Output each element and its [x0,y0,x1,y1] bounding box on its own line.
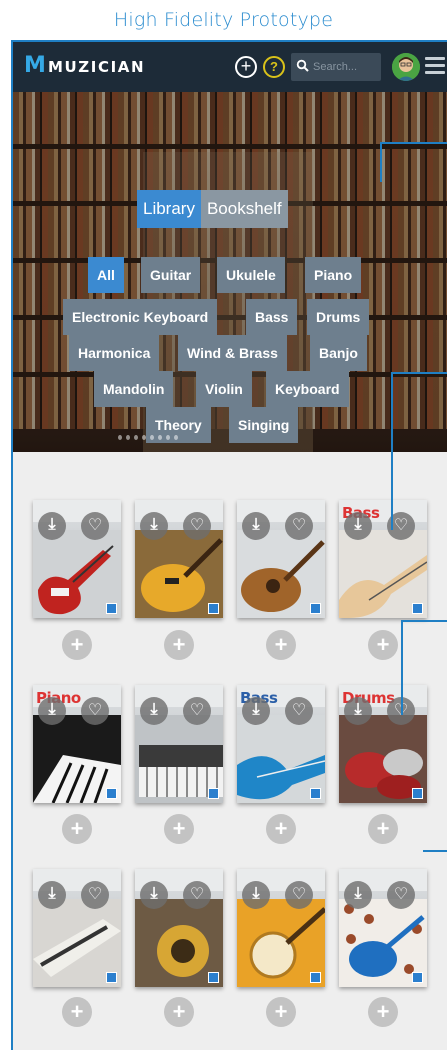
download-icon[interactable]: ⤓ [344,881,372,909]
add-to-bookshelf-button[interactable]: + [62,814,92,844]
prototype-caption: High Fidelity Prototype [113,9,334,31]
favorite-heart-icon[interactable]: ♡ [81,881,109,909]
book-badge [208,972,219,983]
annotation-line [401,620,447,622]
add-to-bookshelf-button[interactable]: + [164,630,194,660]
add-to-bookshelf-button[interactable]: + [266,997,296,1027]
book-badge [106,788,117,799]
book-cover[interactable]: ⤓ ♡ [339,869,427,987]
favorite-heart-icon[interactable]: ♡ [285,881,313,909]
favorite-heart-icon[interactable]: ♡ [285,512,313,540]
book-badge [208,603,219,614]
category-keyboard[interactable]: Keyboard [266,371,349,407]
download-icon[interactable]: ⤓ [242,881,270,909]
category-electronic-keyboard[interactable]: Electronic Keyboard [63,299,218,335]
category-violin[interactable]: Violin [196,371,252,407]
category-drums[interactable]: Drums [307,299,370,335]
category-ukulele[interactable]: Ukulele [217,257,285,293]
book-badge [310,788,321,799]
favorite-heart-icon[interactable]: ♡ [285,697,313,725]
annotation-line [380,142,447,144]
category-piano[interactable]: Piano [305,257,362,293]
book-cover[interactable]: Drums ⤓ ♡ [339,685,427,803]
download-icon[interactable]: ⤓ [140,881,168,909]
download-icon[interactable]: ⤓ [344,512,372,540]
logo-text[interactable]: MUZICIAN [48,58,145,76]
top-bar: M MUZICIAN + ? [13,42,447,92]
favorite-heart-icon[interactable]: ♡ [183,881,211,909]
avatar[interactable] [392,53,420,81]
category-singing[interactable]: Singing [229,407,299,443]
book-badge [412,788,423,799]
book-cover[interactable]: ⤓ ♡ [135,685,223,803]
category-mandolin[interactable]: Mandolin [94,371,174,407]
book-cover[interactable]: ⤓ ♡ [135,500,223,618]
book-cover[interactable]: Piano ⤓ ♡ [33,685,121,803]
category-bass[interactable]: Bass [246,299,298,335]
avatar-face-icon [392,53,420,81]
download-icon[interactable]: ⤓ [242,697,270,725]
library-tab[interactable]: Library [137,190,201,228]
book-cover[interactable]: ⤓ ♡ [33,500,121,618]
book-badge [310,603,321,614]
view-toggle: Library Bookshelf [137,190,288,228]
book-badge [412,603,423,614]
download-icon[interactable]: ⤓ [38,881,66,909]
book-cover[interactable]: Bass ⤓ ♡ [339,500,427,618]
download-icon[interactable]: ⤓ [242,512,270,540]
category-banjo[interactable]: Banjo [310,335,367,371]
annotation-line [391,372,447,374]
download-icon[interactable]: ⤓ [140,697,168,725]
add-to-bookshelf-button[interactable]: + [62,997,92,1027]
book-badge [106,972,117,983]
favorite-heart-icon[interactable]: ♡ [387,881,415,909]
book-cover[interactable]: ⤓ ♡ [33,869,121,987]
book-badge [310,972,321,983]
book-badge [106,603,117,614]
download-icon[interactable]: ⤓ [38,697,66,725]
book-cover[interactable]: ⤓ ♡ [135,869,223,987]
add-to-bookshelf-button[interactable]: + [368,814,398,844]
bookshelf-tab[interactable]: Bookshelf [200,190,288,228]
category-guitar[interactable]: Guitar [141,257,201,293]
search-box [291,53,381,81]
logo-icon[interactable]: M [24,55,46,77]
hamburger-menu-icon[interactable] [425,57,445,75]
add-to-bookshelf-button[interactable]: + [266,814,296,844]
book-cover[interactable]: ⤓ ♡ [237,869,325,987]
add-to-bookshelf-button[interactable]: + [164,997,194,1027]
annotation-line [380,142,382,182]
favorite-heart-icon[interactable]: ♡ [81,512,109,540]
book-badge [412,972,423,983]
category-harmonica[interactable]: Harmonica [69,335,160,371]
add-button[interactable]: + [235,56,257,78]
book-cover[interactable]: Bass ⤓ ♡ [237,685,325,803]
search-input[interactable] [313,57,377,77]
add-to-bookshelf-button[interactable]: + [368,630,398,660]
help-button[interactable]: ? [263,56,285,78]
favorite-heart-icon[interactable]: ♡ [81,697,109,725]
annotation-line [423,850,447,852]
download-icon[interactable]: ⤓ [38,512,66,540]
category-all[interactable]: All [88,257,124,293]
favorite-heart-icon[interactable]: ♡ [183,697,211,725]
add-to-bookshelf-button[interactable]: + [368,997,398,1027]
category-wind-brass[interactable]: Wind & Brass [178,335,287,371]
add-to-bookshelf-button[interactable]: + [266,630,296,660]
annotation-line [401,620,403,715]
device-frame: M MUZICIAN + ? Search... Library Bookshe… [11,40,447,1050]
search-icon [296,59,309,72]
download-icon[interactable]: ⤓ [140,512,168,540]
carousel-dots [118,435,178,441]
annotation-line [391,372,393,530]
download-icon[interactable]: ⤓ [344,697,372,725]
add-to-bookshelf-button[interactable]: + [62,630,92,660]
book-badge [208,788,219,799]
add-to-bookshelf-button[interactable]: + [164,814,194,844]
book-cover[interactable]: ⤓ ♡ [237,500,325,618]
favorite-heart-icon[interactable]: ♡ [183,512,211,540]
